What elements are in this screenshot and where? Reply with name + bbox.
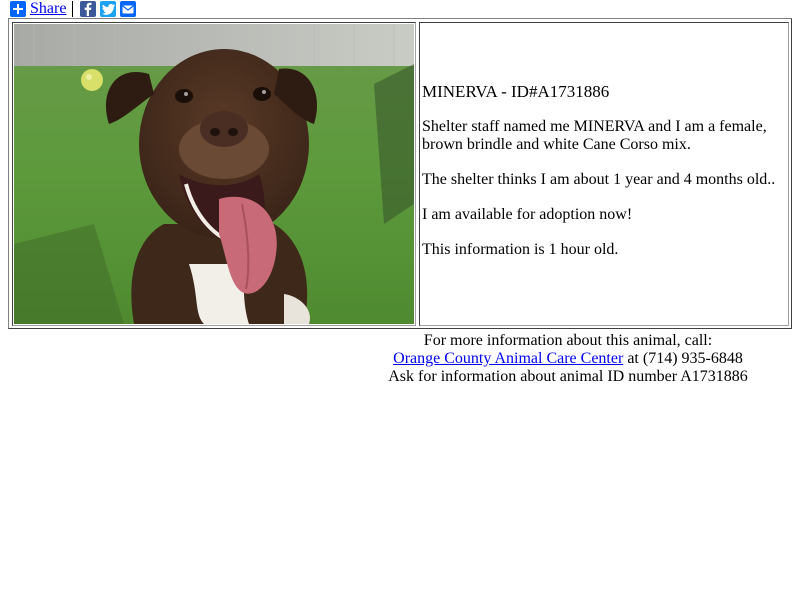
shelter-link[interactable]: Orange County Animal Care Center xyxy=(393,350,623,367)
share-link[interactable]: Share xyxy=(30,1,66,17)
animal-listing-table: MINERVA - ID#A1731886 Shelter staff name… xyxy=(8,18,792,329)
contact-shelter-line: Orange County Animal Care Center at (714… xyxy=(352,350,784,368)
animal-title: MINERVA - ID#A1731886 xyxy=(422,82,610,101)
animal-photo xyxy=(14,24,414,324)
shelter-phone: at (714) 935-6848 xyxy=(623,350,743,367)
animal-info: MINERVA - ID#A1731886 Shelter staff name… xyxy=(422,83,786,276)
contact-info: For more information about this animal, … xyxy=(352,332,784,386)
contact-intro: For more information about this animal, … xyxy=(423,332,713,349)
photo-cell xyxy=(12,22,416,326)
email-icon[interactable] xyxy=(120,1,137,17)
twitter-icon[interactable] xyxy=(100,1,117,17)
plus-icon[interactable] xyxy=(10,1,26,17)
animal-description: Shelter staff named me MINERVA and I am … xyxy=(422,118,767,153)
animal-availability: I am available for adoption now! xyxy=(422,206,633,223)
animal-age: The shelter thinks I am about 1 year and… xyxy=(422,171,776,188)
contact-ask: Ask for information about animal ID numb… xyxy=(388,368,748,385)
share-bar: Share xyxy=(10,0,140,18)
facebook-icon[interactable] xyxy=(80,1,97,17)
info-cell: MINERVA - ID#A1731886 Shelter staff name… xyxy=(419,22,789,326)
info-freshness: This information is 1 hour old. xyxy=(422,241,619,258)
share-divider xyxy=(72,1,74,17)
